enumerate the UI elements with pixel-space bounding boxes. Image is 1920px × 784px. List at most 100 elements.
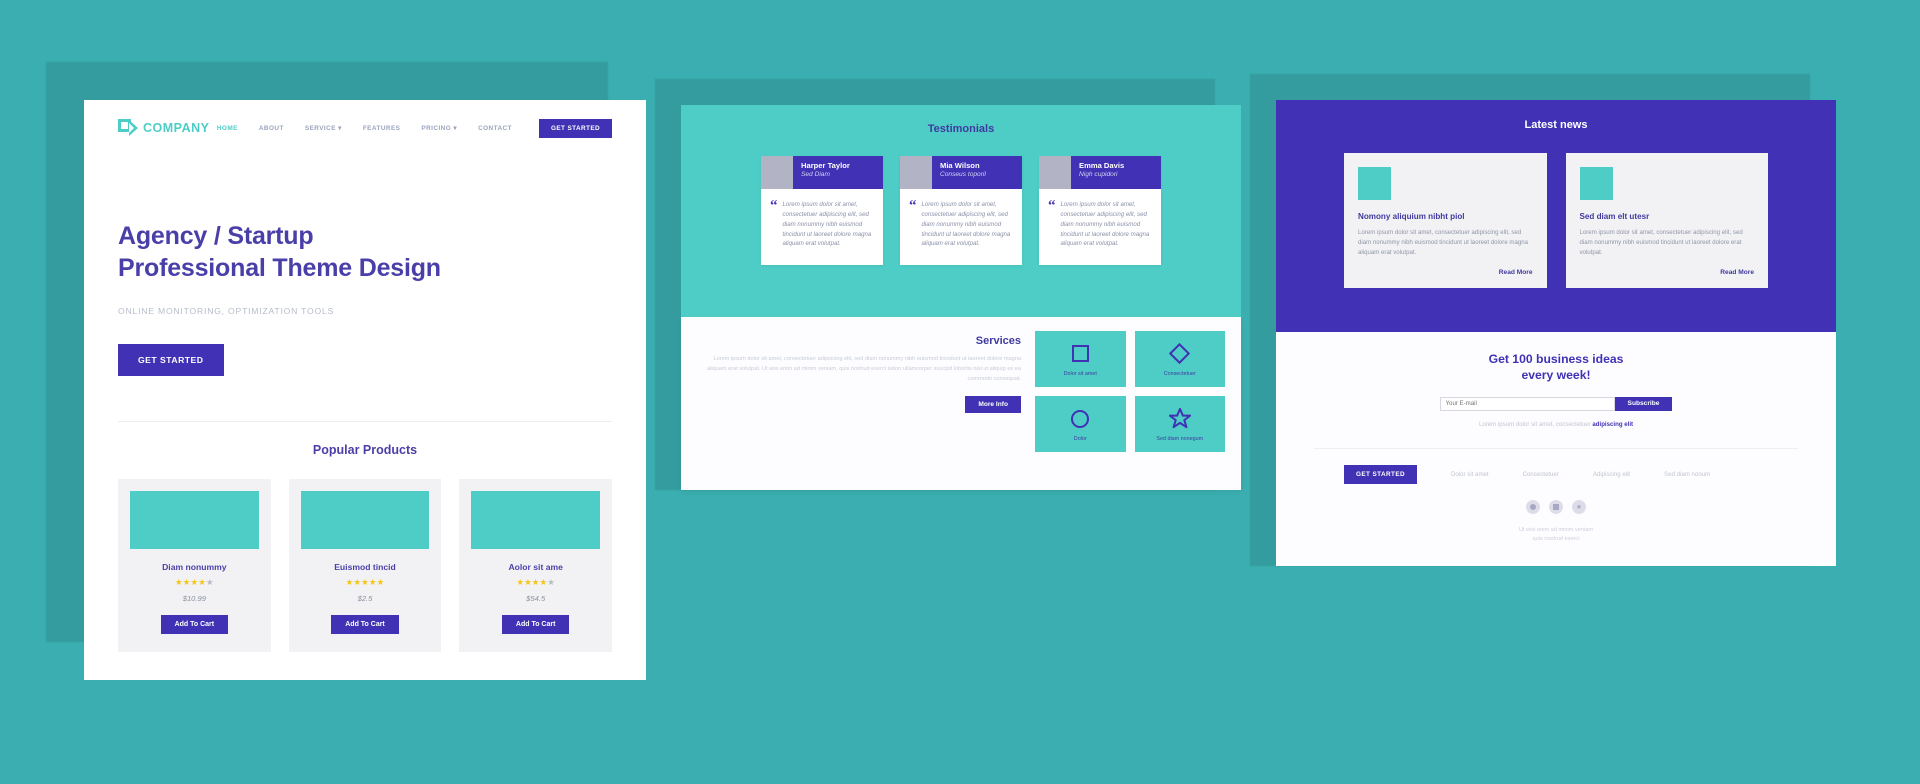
popular-products-title: Popular Products [312, 443, 418, 457]
news-image [1579, 167, 1613, 200]
product-price: $54.5 [526, 594, 546, 603]
subscribe-heading-line2: every week! [1521, 368, 1591, 383]
avatar [1039, 156, 1071, 189]
rating-stars: ★★★★★ [345, 577, 385, 587]
testimonial-card: Harper Taylor Sed Diam “ Lorem ipsum dol… [761, 156, 883, 266]
news-text: Lorem ipsum dolor sit amet, consectetuer… [1358, 229, 1529, 256]
hero-get-started-button[interactable]: GET STARTED [118, 344, 224, 376]
brand-logo[interactable]: COMPANY [118, 118, 209, 138]
service-tile-label: Sed diam nonegum [1156, 435, 1204, 442]
footer-link-4[interactable]: Sed diam nonum [1664, 471, 1710, 478]
service-tile[interactable]: Sed diam nonegum [1134, 396, 1225, 452]
testimonial-header: Harper Taylor Sed Diam [761, 156, 883, 189]
product-card[interactable]: Euismod tincid ★★★★★ $2.5 Add To Cart [288, 479, 442, 652]
nav-get-started-button[interactable]: GET STARTED [538, 118, 612, 138]
footer-link-3[interactable]: Adipiscing elit [1593, 471, 1630, 478]
nav-item-home[interactable]: HOME [217, 125, 238, 132]
testimonials-grid: Harper Taylor Sed Diam “ Lorem ipsum dol… [681, 135, 1241, 266]
avatar [761, 156, 793, 189]
services-description: Lorem ipsum dolor sit amet, consectetuer… [706, 356, 1021, 382]
product-name: Aolor sit ame [508, 562, 563, 572]
services-panel: Services Lorem ipsum dolor sit amet, con… [681, 317, 1241, 490]
social-icons: ★ [1276, 499, 1836, 514]
product-card[interactable]: Aolor sit ame ★★★★★ $54.5 Add To Cart [459, 479, 613, 652]
nav-links: HOME ABOUT SERVICE ▾ FEATURES PRICING ▾ … [217, 118, 612, 138]
news-heading: Sed diam elt utesr [1579, 212, 1650, 221]
add-to-cart-button[interactable]: Add To Cart [160, 615, 229, 634]
testimonial-card: Emma Davis Nigh cupidori “ Lorem ipsum d… [1039, 156, 1161, 266]
product-image [471, 491, 601, 549]
rating-stars: ★★★★★ [174, 577, 214, 587]
square-icon [1071, 342, 1089, 366]
testimonial-author: Harper Taylor [801, 161, 850, 170]
read-more-link[interactable]: Read More [1580, 269, 1754, 276]
testimonial-text: Lorem ipsum dolor sit amet, consectetuer… [782, 201, 872, 248]
product-image [130, 491, 259, 549]
star-icon[interactable]: ★ [1572, 499, 1586, 514]
service-tile[interactable]: Dolor [1035, 396, 1126, 452]
product-card[interactable]: Diam nonummy ★★★★★ $10.99 Add To Cart [118, 479, 271, 652]
subscribe-footer-panel: Get 100 business ideas every week! Subsc… [1276, 332, 1836, 566]
email-input[interactable] [1439, 396, 1615, 411]
hero-subtitle: ONLINE MONITORING, OPTIMIZATION TOOLS [118, 306, 335, 316]
testimonials-title: Testimonials [927, 123, 995, 135]
service-tile-label: Consectetuer [1163, 370, 1196, 377]
news-card[interactable]: Sed diam elt utesr Lorem ipsum dolor sit… [1565, 153, 1768, 288]
read-more-link[interactable]: Read More [1358, 269, 1533, 276]
square-icon[interactable] [1549, 499, 1563, 514]
subscribe-note: Lorem ipsum dolor sit amet, consectetuer… [1276, 421, 1836, 428]
services-title: Services [975, 335, 1021, 347]
product-name: Euismod tincid [334, 562, 396, 572]
service-tile-label: Dolor sit amet [1063, 370, 1097, 377]
latest-news-title: Latest news [1524, 119, 1588, 131]
footer-link-1[interactable]: Dolor sit amet [1451, 471, 1489, 478]
nav-item-features[interactable]: FEATURES [363, 125, 401, 132]
product-grid: Diam nonummy ★★★★★ $10.99 Add To Cart Eu… [84, 457, 646, 652]
add-to-cart-button[interactable]: Add To Cart [501, 615, 570, 634]
product-image [300, 491, 430, 549]
nav-item-pricing[interactable]: PRICING ▾ [421, 124, 457, 132]
latest-news-panel: Latest news Nomony aliquium nibht piol L… [1276, 100, 1836, 332]
nav-item-contact[interactable]: CONTACT [478, 125, 512, 132]
product-price: $2.5 [357, 594, 373, 603]
news-grid: Nomony aliquium nibht piol Lorem ipsum d… [1276, 131, 1836, 288]
service-tile-label: Dolor [1073, 435, 1087, 442]
footer-copy-line1: Ut wisi enim ad minim veniam [1519, 526, 1593, 533]
rating-stars: ★★★★★ [516, 577, 556, 587]
nav-item-service[interactable]: SERVICE ▾ [305, 124, 342, 132]
testimonial-header: Mia Wilson Conseus toporil [900, 156, 1022, 189]
subscribe-heading-line1: Get 100 business ideas [1488, 352, 1624, 366]
news-card[interactable]: Nomony aliquium nibht piol Lorem ipsum d… [1344, 153, 1547, 288]
nav-item-about[interactable]: ABOUT [259, 125, 284, 132]
diamond-icon [1169, 342, 1191, 366]
top-navbar: COMPANY HOME ABOUT SERVICE ▾ FEATURES PR… [84, 100, 646, 156]
add-to-cart-button[interactable]: Add To Cart [331, 615, 399, 634]
hero-heading: Agency / Startup Professional Theme Desi… [118, 220, 612, 284]
subscribe-button[interactable]: Subscribe [1614, 396, 1673, 411]
services-tile-grid: Dolor sit amet Consectetuer Dolor Sed di… [1035, 331, 1225, 452]
testimonial-card: Mia Wilson Conseus toporil “ Lorem ipsum… [900, 156, 1022, 266]
service-tile[interactable]: Dolor sit amet [1035, 331, 1126, 387]
subscribe-note-link[interactable]: adipiscing elit [1592, 421, 1633, 428]
footer-link-2[interactable]: Consectetuer [1523, 471, 1559, 478]
testimonial-author: Mia Wilson [940, 161, 980, 170]
footer-links-row: GET STARTED Dolor sit amet Consectetuer … [1276, 449, 1836, 484]
more-info-button[interactable]: More Info [965, 396, 1021, 414]
news-text: Lorem ipsum dolor sit amet, consectetuer… [1579, 229, 1743, 256]
quote-icon: “ [770, 198, 778, 214]
quote-icon: “ [909, 198, 917, 214]
hero-heading-line2: Professional Theme Design [118, 254, 441, 282]
subscribe-heading: Get 100 business ideas every week! [1276, 332, 1836, 384]
service-tile[interactable]: Consectetuer [1134, 331, 1225, 387]
footer-get-started-button[interactable]: GET STARTED [1344, 464, 1418, 484]
circle-icon[interactable] [1526, 499, 1540, 514]
news-image [1358, 167, 1391, 200]
product-price: $10.99 [182, 594, 206, 603]
home-screen-panel: COMPANY HOME ABOUT SERVICE ▾ FEATURES PR… [84, 100, 646, 680]
section-divider [118, 421, 612, 422]
footer-copy-line2: quis nostrud exerci [1532, 535, 1580, 542]
testimonial-text: Lorem ipsum dolor sit amet, consectetuer… [1060, 201, 1150, 248]
news-heading: Nomony aliquium nibht piol [1358, 212, 1465, 221]
hero-section: Agency / Startup Professional Theme Desi… [84, 156, 646, 376]
testimonial-header: Emma Davis Nigh cupidori [1039, 156, 1161, 189]
